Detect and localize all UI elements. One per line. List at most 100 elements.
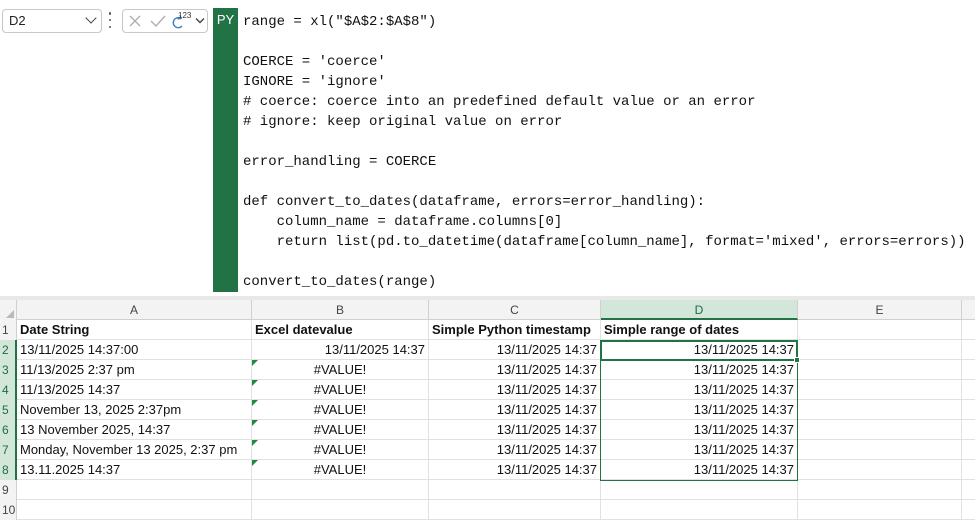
cell-d6[interactable]: 13/11/2025 14:37 xyxy=(601,420,798,440)
cell-b6[interactable]: #VALUE! xyxy=(252,420,429,440)
error-indicator-icon[interactable] xyxy=(252,400,258,406)
cell-c10[interactable] xyxy=(429,500,601,520)
cell-d7[interactable]: 13/11/2025 14:37 xyxy=(601,440,798,460)
cell-c6[interactable]: 13/11/2025 14:37 xyxy=(429,420,601,440)
cell-a1[interactable]: Date String xyxy=(17,320,252,340)
cell-b2[interactable]: 13/11/2025 14:37 xyxy=(252,340,429,360)
code-line: convert_to_dates(range) xyxy=(243,274,437,290)
cell-c3[interactable]: 13/11/2025 14:37 xyxy=(429,360,601,380)
row-header[interactable]: 4 xyxy=(0,380,17,400)
code-line: COERCE = 'coerce' xyxy=(243,54,386,70)
error-indicator-icon[interactable] xyxy=(252,360,258,366)
name-box[interactable]: D2 xyxy=(2,9,102,33)
chevron-down-icon[interactable] xyxy=(195,17,205,25)
cell-c7[interactable]: 13/11/2025 14:37 xyxy=(429,440,601,460)
cell-c2[interactable]: 13/11/2025 14:37 xyxy=(429,340,601,360)
code-line: # coerce: coerce into an predefined defa… xyxy=(243,94,756,110)
cell-e6[interactable] xyxy=(798,420,962,440)
cell-a4[interactable]: 11/13/2025 14:37 xyxy=(17,380,252,400)
table-row: 1 Date String Excel datevalue Simple Python… xyxy=(0,320,975,340)
cell-d3[interactable]: 13/11/2025 14:37 xyxy=(601,360,798,380)
error-indicator-icon[interactable] xyxy=(252,420,258,426)
table-row: 9 xyxy=(0,480,975,500)
cell-a9[interactable] xyxy=(17,480,252,500)
row-header[interactable]: 8 xyxy=(0,460,17,480)
cell-a6[interactable]: 13 November 2025, 14:37 xyxy=(17,420,252,440)
cell-c8[interactable]: 13/11/2025 14:37 xyxy=(429,460,601,480)
select-all-corner[interactable] xyxy=(0,300,17,320)
error-indicator-icon[interactable] xyxy=(252,440,258,446)
cell-d10[interactable] xyxy=(601,500,798,520)
cell-a10[interactable] xyxy=(17,500,252,520)
cell-b3[interactable]: #VALUE! xyxy=(252,360,429,380)
column-header-a[interactable]: A xyxy=(17,300,252,320)
cell-d1[interactable]: Simple range of dates xyxy=(601,320,798,340)
cell-a3[interactable]: 11/13/2025 2:37 pm xyxy=(17,360,252,380)
cell-c9[interactable] xyxy=(429,480,601,500)
error-indicator-icon[interactable] xyxy=(252,380,258,386)
cell-a2[interactable]: 13/11/2025 14:37:00 xyxy=(17,340,252,360)
table-row: 4 11/13/2025 14:37 #VALUE! 13/11/2025 14:37… xyxy=(0,380,975,400)
row-header[interactable]: 10 xyxy=(0,500,17,520)
cancel-icon[interactable] xyxy=(128,14,142,28)
code-line: def convert_to_dates(dataframe, errors=e… xyxy=(243,194,706,210)
cell-e5[interactable] xyxy=(798,400,962,420)
code-line: range = xl("$A$2:$A$8") xyxy=(243,14,437,30)
formula-bar-area: D2 123 PY range = xl("$A$2:$A$8") COERCE … xyxy=(0,0,975,300)
column-header-c[interactable]: C xyxy=(429,300,601,320)
cell-a5[interactable]: November 13, 2025 2:37pm xyxy=(17,400,252,420)
cell-d2[interactable]: 13/11/2025 14:37 xyxy=(601,340,798,360)
column-header-b[interactable]: B xyxy=(252,300,429,320)
row-header[interactable]: 5 xyxy=(0,400,17,420)
cell-a8[interactable]: 13.11.2025 14:37 xyxy=(17,460,252,480)
table-row: 3 11/13/2025 2:37 pm #VALUE! 13/11/2025 14:… xyxy=(0,360,975,380)
column-header-d[interactable]: D xyxy=(601,300,798,320)
cell-b9[interactable] xyxy=(252,480,429,500)
fill-handle[interactable] xyxy=(794,357,800,363)
cell-e1[interactable] xyxy=(798,320,962,340)
code-line: IGNORE = 'ignore' xyxy=(243,74,386,90)
cell-b10[interactable] xyxy=(252,500,429,520)
code-line: error_handling = COERCE xyxy=(243,154,437,170)
code-line: column_name = dataframe.columns[0] xyxy=(243,214,563,230)
cell-b8[interactable]: #VALUE! xyxy=(252,460,429,480)
cell-e4[interactable] xyxy=(798,380,962,400)
cell-e2[interactable] xyxy=(798,340,962,360)
cell-e9[interactable] xyxy=(798,480,962,500)
cell-b4[interactable]: #VALUE! xyxy=(252,380,429,400)
cell-d9[interactable] xyxy=(601,480,798,500)
python-mode-label: PY xyxy=(216,12,235,27)
error-indicator-icon[interactable] xyxy=(252,460,258,466)
cell-d5[interactable]: 13/11/2025 14:37 xyxy=(601,400,798,420)
cell-b7[interactable]: #VALUE! xyxy=(252,440,429,460)
chevron-down-icon[interactable] xyxy=(85,12,97,24)
cell-c1[interactable]: Simple Python timestamp xyxy=(429,320,601,340)
table-row: 6 13 November 2025, 14:37 #VALUE! 13/11/202… xyxy=(0,420,975,440)
cell-c5[interactable]: 13/11/2025 14:37 xyxy=(429,400,601,420)
row-header[interactable]: 7 xyxy=(0,440,17,460)
row-header[interactable]: 1 xyxy=(0,320,17,340)
row-header[interactable]: 3 xyxy=(0,360,17,380)
cell-b1[interactable]: Excel datevalue xyxy=(252,320,429,340)
enter-check-icon[interactable] xyxy=(150,14,166,28)
cell-d8[interactable]: 13/11/2025 14:37 xyxy=(601,460,798,480)
row-header[interactable]: 9 xyxy=(0,480,17,500)
python-code-editor[interactable]: range = xl("$A$2:$A$8") COERCE = 'coerce'… xyxy=(243,12,968,292)
more-options-icon[interactable] xyxy=(108,12,112,28)
column-header-e[interactable]: E xyxy=(798,300,962,320)
cell-c4[interactable]: 13/11/2025 14:37 xyxy=(429,380,601,400)
cell-e3[interactable] xyxy=(798,360,962,380)
table-row: 2 13/11/2025 14:37:00 13/11/2025 14:37 13/1… xyxy=(0,340,975,360)
cell-b5[interactable]: #VALUE! xyxy=(252,400,429,420)
cell-e7[interactable] xyxy=(798,440,962,460)
cell-e10[interactable] xyxy=(798,500,962,520)
row-header[interactable]: 2 xyxy=(0,340,17,360)
cell-d4[interactable]: 13/11/2025 14:37 xyxy=(601,380,798,400)
table-row: 8 13.11.2025 14:37 #VALUE! 13/11/2025 14:37… xyxy=(0,460,975,480)
cell-a7[interactable]: Monday, November 13 2025, 2:37 pm xyxy=(17,440,252,460)
cell-e8[interactable] xyxy=(798,460,962,480)
row-header[interactable]: 6 xyxy=(0,420,17,440)
